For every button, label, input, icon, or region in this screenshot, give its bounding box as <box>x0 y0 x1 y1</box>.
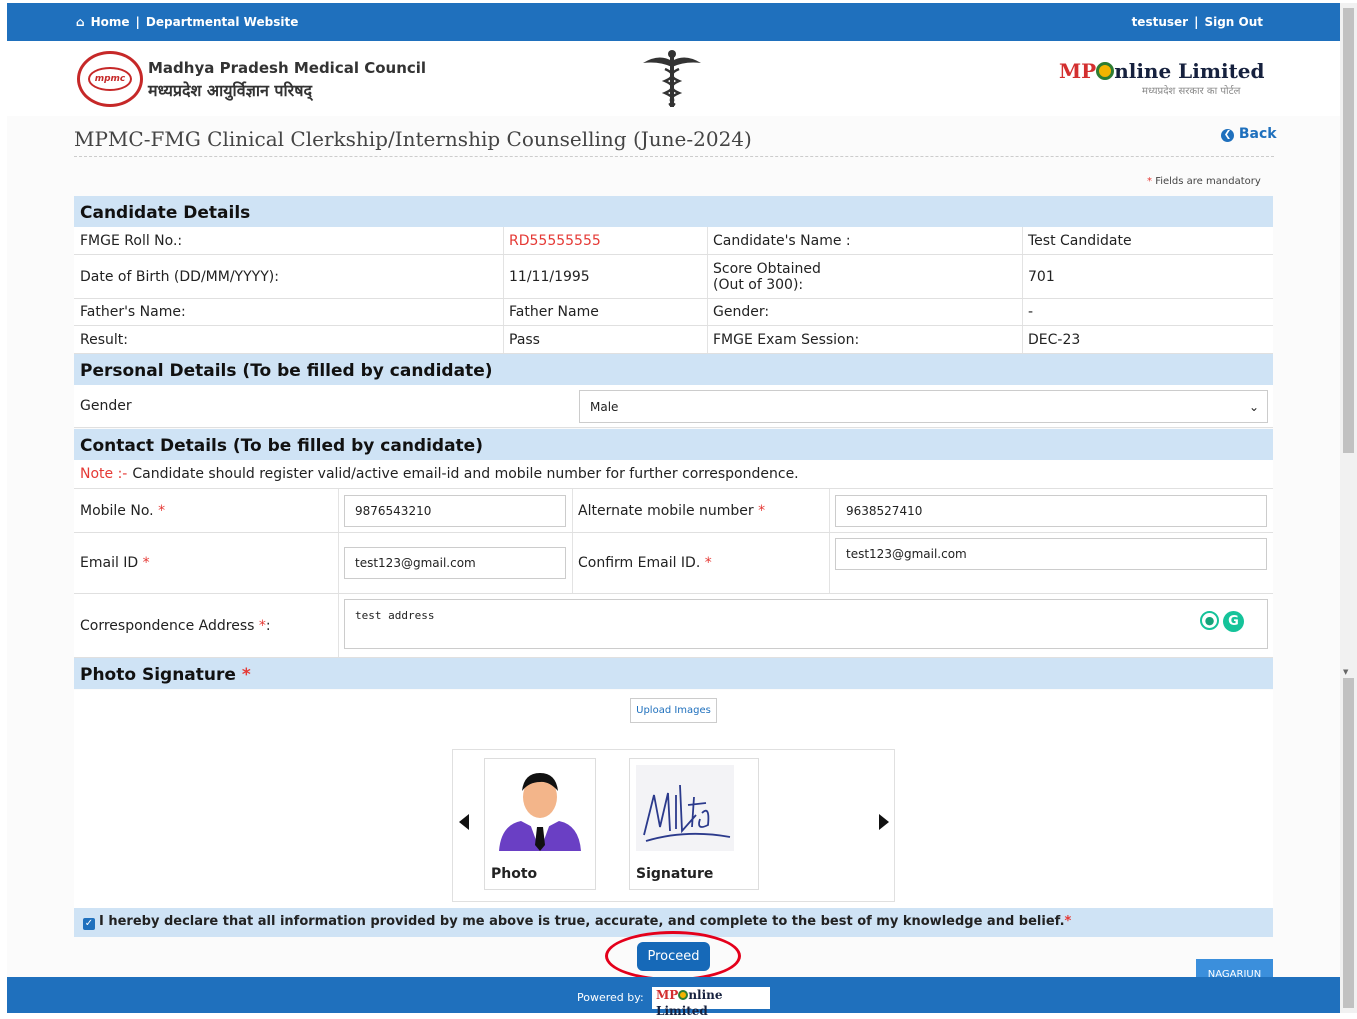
score-label: Score Obtained (Out of 300): <box>713 260 821 293</box>
top-nav-right: testuser | Sign Out <box>1129 15 1266 29</box>
candidate-details-heading: Candidate Details <box>74 196 1273 227</box>
chevron-left-icon: ❮ <box>1221 129 1234 142</box>
result-value: Pass <box>509 331 540 348</box>
caduceus-icon <box>643 50 701 107</box>
confirm-email-input[interactable]: test123@gmail.com <box>835 538 1267 570</box>
scrollbar-arrow-icon[interactable]: ▼ <box>1343 668 1348 676</box>
nav-separator: | <box>1194 15 1199 29</box>
home-link[interactable]: Home <box>91 15 130 29</box>
candidate-row-1: FMGE Roll No.: RD55555555 Candidate's Na… <box>74 227 1273 255</box>
departmental-website-link[interactable]: Departmental Website <box>146 15 298 29</box>
bulb-icon[interactable]: ● <box>1200 611 1219 630</box>
name-value: Test Candidate <box>1028 232 1132 249</box>
footer: Powered by: MP nline Limited <box>7 977 1340 1018</box>
alt-mobile-input[interactable]: 9638527410 <box>835 495 1267 527</box>
back-link[interactable]: ❮ Back <box>1221 126 1277 142</box>
address-textarea[interactable]: test address <box>344 599 1268 649</box>
candidate-row-2: Date of Birth (DD/MM/YYYY): 11/11/1995 S… <box>74 255 1273 299</box>
home-icon[interactable]: ⌂ <box>76 15 85 29</box>
chevron-down-icon: ⌄ <box>1248 399 1259 414</box>
scrollbar-thumb[interactable] <box>1343 8 1354 453</box>
mpmc-logo-text: mpmc <box>88 67 132 91</box>
upload-images-button[interactable]: Upload Images <box>630 698 717 723</box>
declaration-checkbox[interactable]: ✓ <box>83 918 95 930</box>
image-carousel: Photo Signature <box>452 749 895 902</box>
textarea-tools: ● G <box>1200 611 1244 632</box>
page-title: MPMC-FMG Clinical Clerkship/Internship C… <box>74 127 752 151</box>
signature-caption: Signature <box>636 866 714 882</box>
footer-mponline-logo: MP nline Limited <box>652 987 770 1018</box>
top-nav-left: ⌂ Home | Departmental Website <box>73 15 301 29</box>
mponline-logo: MP nline Limited <box>1059 59 1265 83</box>
org-name-english: Madhya Pradesh Medical Council <box>148 59 427 77</box>
site-header: mpmc Madhya Pradesh Medical Council मध्य… <box>7 41 1340 116</box>
username-link[interactable]: testuser <box>1132 15 1189 29</box>
gender-select[interactable]: Male ⌄ <box>579 390 1268 423</box>
dob-label: Date of Birth (DD/MM/YYYY): <box>80 268 279 285</box>
alt-mobile-label: Alternate mobile number * <box>578 502 766 519</box>
title-divider <box>74 156 1274 157</box>
photo-signature-panel: Upload Images Photo Signature <box>74 690 1273 908</box>
name-label: Candidate's Name : <box>713 232 851 249</box>
nav-separator: | <box>135 15 140 29</box>
gender-label: Gender: <box>713 304 770 320</box>
mponline-emblem-icon <box>678 990 689 1000</box>
email-label: Email ID * <box>80 555 150 571</box>
photo-caption: Photo <box>491 866 538 882</box>
photo-card: Photo <box>484 758 596 890</box>
top-nav-bar: ⌂ Home | Departmental Website testuser | Sign… <box>7 3 1340 41</box>
confirm-email-label: Confirm Email ID. * <box>578 555 712 571</box>
session-value: DEC-23 <box>1028 331 1081 348</box>
result-label: Result: <box>80 331 128 348</box>
session-label: FMGE Exam Session: <box>713 331 860 348</box>
address-row: Correspondence Address *: test address ●… <box>74 594 1273 658</box>
contact-note: Note :- Candidate should register valid/a… <box>80 466 799 482</box>
sign-out-link[interactable]: Sign Out <box>1204 15 1263 29</box>
mandatory-note: * Fields are mandatory <box>1147 176 1261 187</box>
mobile-input[interactable]: 9876543210 <box>344 495 566 527</box>
photo-signature-heading: Photo Signature * <box>74 658 1273 689</box>
personal-details-heading: Personal Details (To be filled by candid… <box>74 354 1273 385</box>
carousel-prev-arrow[interactable] <box>459 814 469 830</box>
gender-value: - <box>1028 304 1034 320</box>
father-label: Father's Name: <box>80 304 186 320</box>
mobile-row: Mobile No. * 9876543210 Alternate mobile… <box>74 489 1273 533</box>
email-row: Email ID * test123@gmail.com Confirm Ema… <box>74 533 1273 594</box>
grammarly-icon[interactable]: G <box>1223 611 1244 632</box>
carousel-next-arrow[interactable] <box>879 814 889 830</box>
highlight-circle <box>605 931 741 981</box>
roll-label: FMGE Roll No.: <box>80 232 183 249</box>
roll-value: RD55555555 <box>509 232 601 249</box>
candidate-row-3: Father's Name: Father Name Gender: - <box>74 299 1273 326</box>
contact-details-heading: Contact Details (To be filled by candida… <box>74 429 1273 460</box>
mponline-tagline: मध्यप्रदेश सरकार का पोर्टल <box>1142 86 1241 97</box>
scrollbar-thumb-lower[interactable] <box>1343 678 1354 1008</box>
powered-by-label: Powered by: <box>577 991 644 1004</box>
org-name-hindi: मध्यप्रदेश आयुर्विज्ञान परिषद् <box>148 81 312 100</box>
father-value: Father Name <box>509 304 599 320</box>
address-label: Correspondence Address *: <box>80 617 271 634</box>
signature-card: Signature <box>629 758 759 890</box>
signature-image <box>636 765 734 851</box>
candidate-row-4: Result: Pass FMGE Exam Session: DEC-23 <box>74 326 1273 354</box>
score-value: 701 <box>1028 268 1055 285</box>
mpmc-logo: mpmc <box>77 51 143 107</box>
mobile-label: Mobile No. * <box>80 502 166 519</box>
photo-avatar <box>491 765 589 851</box>
personal-gender-row: Gender Male ⌄ <box>74 385 1273 428</box>
email-input[interactable]: test123@gmail.com <box>344 547 566 579</box>
dob-value: 11/11/1995 <box>509 268 590 285</box>
mponline-emblem-icon <box>1096 62 1115 80</box>
personal-gender-label: Gender <box>80 398 132 414</box>
contact-note-row: Note :- Candidate should register valid/a… <box>74 460 1273 489</box>
